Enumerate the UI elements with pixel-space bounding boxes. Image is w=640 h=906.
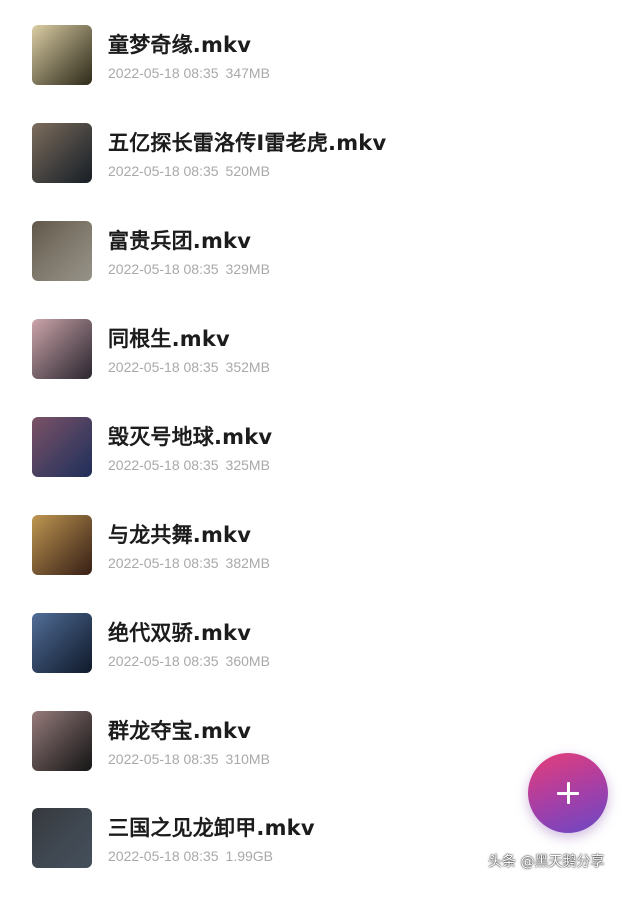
file-meta: 2022-05-18 08:35 360MB bbox=[108, 653, 270, 669]
file-size: 360MB bbox=[225, 653, 270, 669]
file-size: 382MB bbox=[225, 555, 270, 571]
file-name: 三国之见龙卸甲.mkv bbox=[108, 816, 315, 840]
file-size: 352MB bbox=[225, 359, 270, 375]
file-name: 与龙共舞.mkv bbox=[108, 523, 252, 547]
video-thumbnail[interactable] bbox=[32, 123, 92, 183]
file-size: 325MB bbox=[225, 457, 270, 473]
add-button[interactable] bbox=[528, 753, 608, 833]
file-list-item[interactable]: 同根生.mkv 2022-05-18 08:35 352MB bbox=[0, 319, 640, 417]
video-thumbnail[interactable] bbox=[32, 417, 92, 477]
file-list-item[interactable]: 绝代双骄.mkv 2022-05-18 08:35 360MB bbox=[0, 613, 640, 711]
file-meta: 2022-05-18 08:35 520MB bbox=[108, 163, 270, 179]
file-list-item[interactable]: 五亿探长雷洛传Ⅰ雷老虎.mkv 2022-05-18 08:35 520MB bbox=[0, 123, 640, 221]
file-date: 2022-05-18 08:35 bbox=[108, 359, 219, 375]
file-name: 毁灭号地球.mkv bbox=[108, 425, 273, 449]
video-thumbnail[interactable] bbox=[32, 711, 92, 771]
file-name: 群龙夺宝.mkv bbox=[108, 719, 252, 743]
file-meta: 2022-05-18 08:35 347MB bbox=[108, 65, 270, 81]
file-date: 2022-05-18 08:35 bbox=[108, 848, 219, 864]
file-list-item[interactable]: 童梦奇缘.mkv 2022-05-18 08:35 347MB bbox=[0, 25, 640, 123]
video-thumbnail[interactable] bbox=[32, 25, 92, 85]
file-name: 绝代双骄.mkv bbox=[108, 621, 252, 645]
file-date: 2022-05-18 08:35 bbox=[108, 555, 219, 571]
file-date: 2022-05-18 08:35 bbox=[108, 751, 219, 767]
file-date: 2022-05-18 08:35 bbox=[108, 261, 219, 277]
file-name: 五亿探长雷洛传Ⅰ雷老虎.mkv bbox=[108, 131, 387, 155]
file-size: 520MB bbox=[225, 163, 270, 179]
file-meta: 2022-05-18 08:35 325MB bbox=[108, 457, 270, 473]
file-name: 童梦奇缘.mkv bbox=[108, 33, 252, 57]
file-meta: 2022-05-18 08:35 1.99GB bbox=[108, 848, 273, 864]
file-list-item[interactable]: 与龙共舞.mkv 2022-05-18 08:35 382MB bbox=[0, 515, 640, 613]
video-thumbnail[interactable] bbox=[32, 221, 92, 281]
file-meta: 2022-05-18 08:35 329MB bbox=[108, 261, 270, 277]
video-thumbnail[interactable] bbox=[32, 319, 92, 379]
video-thumbnail[interactable] bbox=[32, 613, 92, 673]
file-size: 329MB bbox=[225, 261, 270, 277]
file-size: 347MB bbox=[225, 65, 270, 81]
file-size: 1.99GB bbox=[225, 848, 274, 864]
file-list-item[interactable]: 毁灭号地球.mkv 2022-05-18 08:35 325MB bbox=[0, 417, 640, 515]
file-date: 2022-05-18 08:35 bbox=[108, 653, 219, 669]
file-meta: 2022-05-18 08:35 352MB bbox=[108, 359, 270, 375]
video-thumbnail[interactable] bbox=[32, 515, 92, 575]
plus-icon bbox=[557, 782, 579, 804]
watermark: 头条 @黑天鹅分享 bbox=[488, 854, 605, 870]
file-list-item[interactable]: 富贵兵团.mkv 2022-05-18 08:35 329MB bbox=[0, 221, 640, 319]
file-meta: 2022-05-18 08:35 310MB bbox=[108, 751, 270, 767]
file-date: 2022-05-18 08:35 bbox=[108, 65, 219, 81]
file-size: 310MB bbox=[225, 751, 270, 767]
file-name: 富贵兵团.mkv bbox=[108, 229, 252, 253]
file-name: 同根生.mkv bbox=[108, 327, 230, 351]
video-thumbnail[interactable] bbox=[32, 808, 92, 868]
file-date: 2022-05-18 08:35 bbox=[108, 163, 219, 179]
file-meta: 2022-05-18 08:35 382MB bbox=[108, 555, 270, 571]
file-date: 2022-05-18 08:35 bbox=[108, 457, 219, 473]
